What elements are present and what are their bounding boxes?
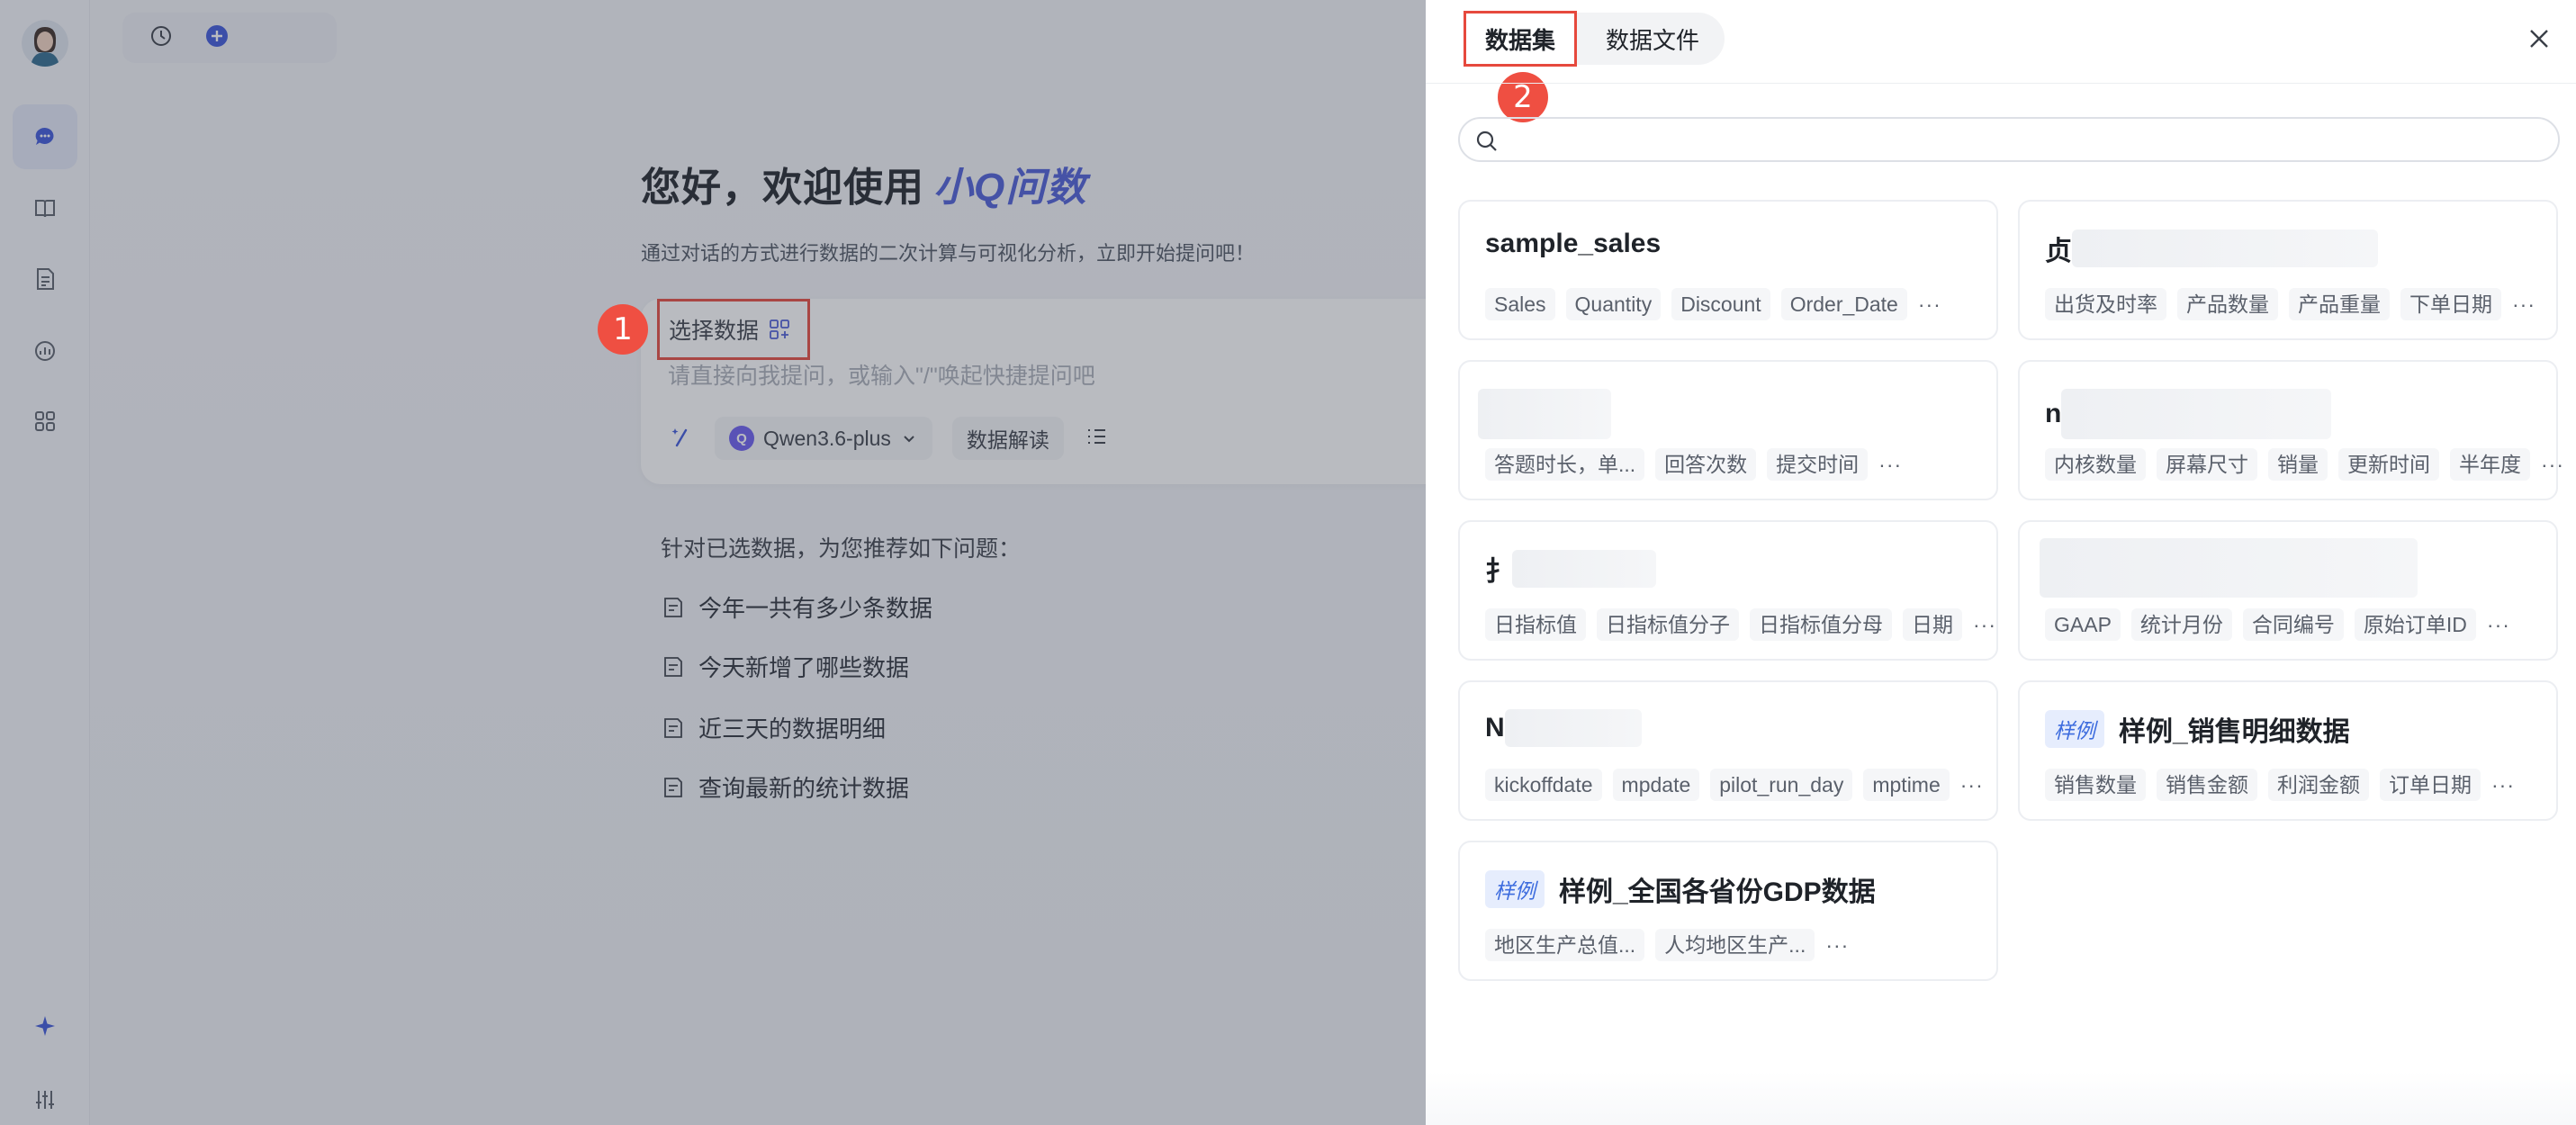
dataset-card[interactable]: 贞 出货及时率 产品数量 产品重量 下单日期 ··· (2018, 200, 2558, 340)
dataset-card[interactable]: 样例 样例_销售明细数据 销售数量 销售金额 利润金额 订单日期 ··· (2018, 680, 2558, 821)
field-tag: 回答次数 (1655, 448, 1757, 481)
dataset-name: sample_sales (1485, 229, 1662, 258)
dataset-name: n (2045, 399, 2062, 428)
dataset-card[interactable]: sample_sales Sales Quantity Discount Ord… (1458, 200, 1998, 340)
dataset-fields: 出货及时率 产品数量 产品重量 下单日期 ··· (2045, 288, 2535, 320)
step-badge-2: 2 (1498, 72, 1548, 122)
field-tag: mpdate (1612, 769, 1700, 801)
more-fields-icon: ··· (2491, 772, 2515, 796)
field-tag: 答题时长，单... (1485, 448, 1645, 481)
dataset-fields: Sales Quantity Discount Order_Date ··· (1485, 288, 1941, 320)
field-tag: 日指标值 (1485, 608, 1586, 641)
more-fields-icon: ··· (1973, 612, 1996, 636)
field-tag: mptime (1863, 769, 1950, 801)
redacted-name (1512, 550, 1656, 588)
dataset-name: 样例_全国各省份GDP数据 (1559, 878, 1876, 907)
more-fields-icon: ··· (1878, 452, 1903, 476)
dataset-title: 贞 (2045, 229, 2378, 268)
dataset-title: sample_sales (1485, 229, 1661, 259)
field-tag: Discount (1671, 288, 1770, 320)
field-tag: 屏幕尺寸 (2157, 448, 2257, 481)
dataset-fields: GAAP 统计月份 合同编号 原始订单ID ··· (2045, 608, 2510, 641)
dataset-name: 贞 (2045, 237, 2072, 266)
more-fields-icon: ··· (2512, 292, 2535, 316)
dataset-name: 扌 (1485, 557, 1512, 587)
more-fields-icon: ··· (1959, 772, 1984, 796)
dataset-title: 扌 (1485, 549, 1656, 589)
redacted-name (2072, 230, 2378, 267)
redacted-name (1478, 389, 1611, 439)
dataset-title (2040, 538, 2432, 598)
tab-datasets[interactable]: 数据集 (1464, 11, 1577, 67)
field-tag: 日期 (1903, 608, 1962, 641)
field-tag: 日指标值分子 (1597, 608, 1739, 641)
dataset-fields: 地区生产总值... 人均地区生产... ··· (1485, 929, 1849, 961)
field-tag: 提交时间 (1767, 448, 1869, 481)
field-tag: 下单日期 (2400, 288, 2501, 320)
field-tag: 订单日期 (2380, 769, 2481, 801)
search-icon (1476, 130, 1497, 151)
dataset-card[interactable]: 样例 样例_全国各省份GDP数据 地区生产总值... 人均地区生产... ··· (1458, 841, 1998, 981)
dataset-card[interactable]: 答题时长，单... 回答次数 提交时间 ··· (1458, 360, 1998, 500)
dataset-card[interactable]: N kickoffdate mpdate pilot_run_day mptim… (1458, 680, 1998, 821)
field-tag: kickoffdate (1485, 769, 1602, 801)
sample-badge: 样例 (1485, 870, 1545, 908)
field-tag: 地区生产总值... (1485, 929, 1645, 961)
field-tag: 更新时间 (2338, 448, 2439, 481)
field-tag: 合同编号 (2242, 608, 2344, 641)
dataset-fields: kickoffdate mpdate pilot_run_day mptime … (1485, 769, 1984, 801)
dataset-name: N (1485, 713, 1505, 742)
field-tag: 出货及时率 (2045, 288, 2166, 320)
dataset-fields: 内核数量 屏幕尺寸 销量 更新时间 半年度 ··· (2045, 448, 2564, 481)
sample-badge: 样例 (2045, 710, 2104, 748)
field-tag: 产品重量 (2289, 288, 2390, 320)
dataset-card[interactable]: GAAP 统计月份 合同编号 原始订单ID ··· (2018, 520, 2558, 661)
more-fields-icon: ··· (1917, 292, 1941, 316)
dataset-drawer: 数据集 数据文件 2 sample_sales Sales Quantity D… (1426, 0, 2576, 1125)
redacted-name (1504, 709, 1642, 747)
close-icon[interactable] (2524, 23, 2554, 54)
dataset-search-input[interactable] (1458, 117, 2560, 162)
dataset-title: n (2045, 389, 2332, 439)
more-fields-icon: ··· (2541, 452, 2564, 476)
field-tag: 统计月份 (2130, 608, 2232, 641)
field-tag: 内核数量 (2045, 448, 2146, 481)
dataset-card[interactable]: n 内核数量 屏幕尺寸 销量 更新时间 半年度 ··· (2018, 360, 2563, 500)
field-tag: 原始订单ID (2354, 608, 2476, 641)
drawer-divider (1426, 83, 2576, 84)
more-fields-icon: ··· (1825, 932, 1850, 957)
field-tag: 销售金额 (2157, 769, 2257, 801)
redacted-name (2040, 538, 2418, 598)
more-fields-icon: ··· (2486, 612, 2510, 636)
field-tag: 利润金额 (2268, 769, 2369, 801)
field-tag: 人均地区生产... (1655, 929, 1815, 961)
drawer-bottom-fade (1426, 1071, 2576, 1125)
field-tag: 销售数量 (2045, 769, 2146, 801)
field-tag: 销量 (2268, 448, 2328, 481)
dataset-title (1478, 389, 1626, 439)
dataset-title: 样例 样例_全国各省份GDP数据 (1485, 869, 1876, 909)
field-tag: Order_Date (1780, 288, 1907, 320)
dataset-card[interactable]: 扌 日指标值 日指标值分子 日指标值分母 日期 ··· (1458, 520, 1998, 661)
dataset-fields: 日指标值 日指标值分子 日指标值分母 日期 ··· (1485, 608, 1996, 641)
step-badge-1: 1 (598, 304, 648, 355)
dataset-title: 样例 样例_销售明细数据 (2045, 709, 2350, 749)
dataset-fields: 答题时长，单... 回答次数 提交时间 ··· (1485, 448, 1902, 481)
dataset-title: N (1485, 709, 1642, 747)
dataset-name: 样例_销售明细数据 (2119, 717, 2350, 747)
field-tag: 产品数量 (2177, 288, 2278, 320)
modal-overlay[interactable] (0, 0, 1426, 1125)
dataset-fields: 销售数量 销售金额 利润金额 订单日期 ··· (2045, 769, 2515, 801)
field-tag: 半年度 (2450, 448, 2530, 481)
field-tag: GAAP (2045, 608, 2121, 641)
field-tag: pilot_run_day (1710, 769, 1853, 801)
redacted-name (2061, 389, 2332, 439)
field-tag: Quantity (1565, 288, 1662, 320)
tab-data-files[interactable]: 数据文件 (1590, 13, 1716, 65)
field-tag: 日指标值分母 (1750, 608, 1892, 641)
drawer-tabs: 数据集 数据文件 (1464, 11, 1725, 67)
field-tag: Sales (1485, 288, 1555, 320)
